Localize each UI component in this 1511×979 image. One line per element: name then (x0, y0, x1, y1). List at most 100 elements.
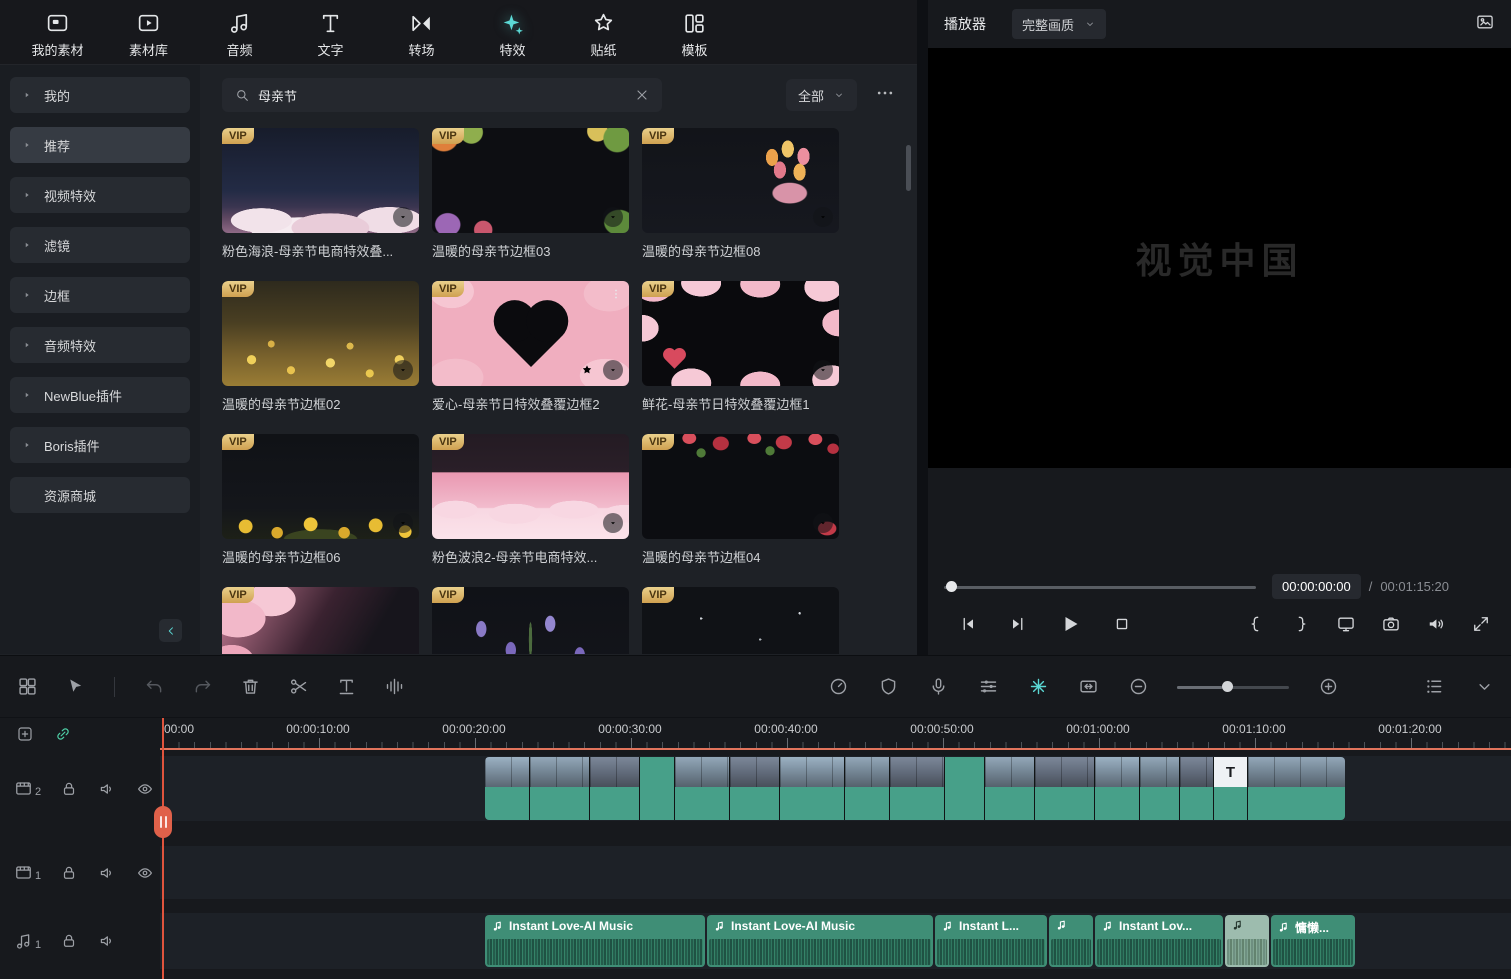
sidebar-item-推荐[interactable]: 推荐 (10, 127, 190, 163)
search-input[interactable] (258, 88, 626, 103)
sidebar-item-音频特效[interactable]: 音频特效 (10, 327, 190, 363)
redo-button[interactable] (191, 676, 213, 698)
effect-card[interactable]: VIP (642, 587, 839, 654)
download-icon[interactable] (603, 207, 623, 227)
tab-文字[interactable]: 文字 (285, 0, 376, 65)
audiowave-button[interactable] (383, 676, 405, 698)
tab-转场[interactable]: 转场 (376, 0, 467, 65)
fullscreen-button[interactable] (1471, 614, 1491, 634)
sidebar-item-NewBlue插件[interactable]: NewBlue插件 (10, 377, 190, 413)
effect-card[interactable]: VIP粉色波浪2-母亲节电商特效... (432, 434, 629, 566)
playhead-grip[interactable] (154, 806, 172, 838)
texttool-button[interactable] (335, 676, 357, 698)
effect-card[interactable]: VIP爱心-母亲节日特效叠覆边框2 (432, 281, 629, 413)
visibility-toggle[interactable] (135, 863, 155, 883)
trash-button[interactable] (239, 676, 261, 698)
audio-clip[interactable]: Instant L... (935, 915, 1047, 967)
effect-card[interactable]: VIP鲜花-母亲节日特效叠覆边框1 (642, 281, 839, 413)
tab-素材库[interactable]: 素材库 (103, 0, 194, 65)
timeline-ruler[interactable]: 00:0000:00:10:0000:00:20:0000:00:30:0000… (160, 719, 1511, 748)
seek-knob[interactable] (946, 581, 957, 592)
caret-button[interactable] (1473, 676, 1495, 698)
grid-scrollbar[interactable] (906, 145, 911, 191)
video-clip-segment[interactable] (675, 757, 730, 820)
collapse-sidebar-button[interactable] (159, 619, 182, 642)
sidebar-item-资源商城[interactable]: 资源商城 (10, 477, 190, 513)
stop-button[interactable] (1112, 614, 1132, 634)
effect-card[interactable]: VIP粉色海浪-母亲节电商特效叠... (222, 128, 419, 260)
video-clip-segment[interactable] (945, 757, 985, 820)
zoomout-button[interactable] (1127, 676, 1149, 698)
video-clip-segment[interactable] (890, 757, 945, 820)
video-clip-segment[interactable] (530, 757, 590, 820)
mixer-button[interactable] (977, 676, 999, 698)
video-clip-segment[interactable] (1095, 757, 1140, 820)
scissors-button[interactable] (287, 676, 309, 698)
video-clip-segment[interactable] (730, 757, 780, 820)
preview-image-button[interactable] (1475, 12, 1495, 37)
video-clip-segment[interactable] (1035, 757, 1095, 820)
sidebar-item-滤镜[interactable]: 滤镜 (10, 227, 190, 263)
tab-音频[interactable]: 音频 (194, 0, 285, 65)
gauge-button[interactable] (827, 676, 849, 698)
mark-button[interactable] (1027, 676, 1049, 698)
cursor-button[interactable] (64, 676, 86, 698)
tab-模板[interactable]: 模板 (649, 0, 740, 65)
effect-card[interactable]: VIP温暖的母亲节边框02 (222, 281, 419, 413)
more-options-button[interactable] (875, 83, 895, 108)
seek-bar[interactable] (944, 577, 1256, 597)
slider-handle[interactable] (1222, 681, 1233, 692)
category-filter-dropdown[interactable]: 全部 (786, 79, 857, 111)
add-media-icon[interactable] (16, 725, 34, 743)
download-icon[interactable] (393, 513, 413, 533)
video-clip-segment[interactable] (485, 757, 530, 820)
more-menu-icon[interactable] (607, 285, 625, 303)
clear-search-icon[interactable] (634, 87, 650, 103)
video-clip-segment[interactable] (640, 757, 675, 820)
favorite-icon[interactable] (577, 360, 597, 380)
mute-toggle[interactable] (97, 863, 117, 883)
video-clip-segment[interactable] (845, 757, 890, 820)
audio-clip[interactable]: Instant Love-AI Music (485, 915, 705, 967)
video-clip-segment[interactable] (780, 757, 845, 820)
effect-card[interactable]: VIP温暖的母亲节边框06 (222, 434, 419, 566)
camera-button[interactable] (1381, 614, 1401, 634)
download-icon[interactable] (603, 513, 623, 533)
play-button[interactable] (1058, 612, 1082, 636)
search-box[interactable] (222, 78, 662, 112)
mic-button[interactable] (927, 676, 949, 698)
effect-card[interactable]: VIP温暖的母亲节边框08 (642, 128, 839, 260)
layout-button[interactable] (16, 676, 38, 698)
video-clip-segment[interactable]: T (1214, 757, 1248, 820)
zoomin-button[interactable] (1317, 676, 1339, 698)
video-clip-segment[interactable] (590, 757, 640, 820)
brace-open-button[interactable] (1246, 614, 1266, 634)
quality-dropdown[interactable]: 完整画质 (1012, 9, 1106, 39)
tab-我的素材[interactable]: 我的素材 (12, 0, 103, 65)
nextframe-button[interactable] (1008, 614, 1028, 634)
visibility-toggle[interactable] (135, 779, 155, 799)
video-clip-segment[interactable] (1140, 757, 1180, 820)
volume-button[interactable] (1426, 614, 1446, 634)
download-icon[interactable] (813, 360, 833, 380)
sidebar-item-边框[interactable]: 边框 (10, 277, 190, 313)
sidebar-item-我的[interactable]: 我的 (10, 77, 190, 113)
effect-card[interactable]: VIP (432, 587, 629, 654)
sidebar-item-视频特效[interactable]: 视频特效 (10, 177, 190, 213)
effect-card[interactable]: VIP温暖的母亲节边框03 (432, 128, 629, 260)
shield-button[interactable] (877, 676, 899, 698)
audio-clip[interactable] (1225, 915, 1269, 967)
audio-clip[interactable]: Instant Love-AI Music (707, 915, 933, 967)
audio-clip[interactable]: Instant Lov... (1095, 915, 1223, 967)
download-icon[interactable] (813, 207, 833, 227)
download-icon[interactable] (393, 360, 413, 380)
lock-toggle[interactable] (59, 931, 79, 951)
undo-button[interactable] (143, 676, 165, 698)
framearrows-button[interactable] (1077, 676, 1099, 698)
sidebar-item-Boris插件[interactable]: Boris插件 (10, 427, 190, 463)
prevframe-button[interactable] (958, 614, 978, 634)
tab-贴纸[interactable]: 贴纸 (558, 0, 649, 65)
download-icon[interactable] (393, 207, 413, 227)
video-clip-segment[interactable] (1248, 757, 1345, 820)
playhead[interactable] (162, 718, 164, 979)
